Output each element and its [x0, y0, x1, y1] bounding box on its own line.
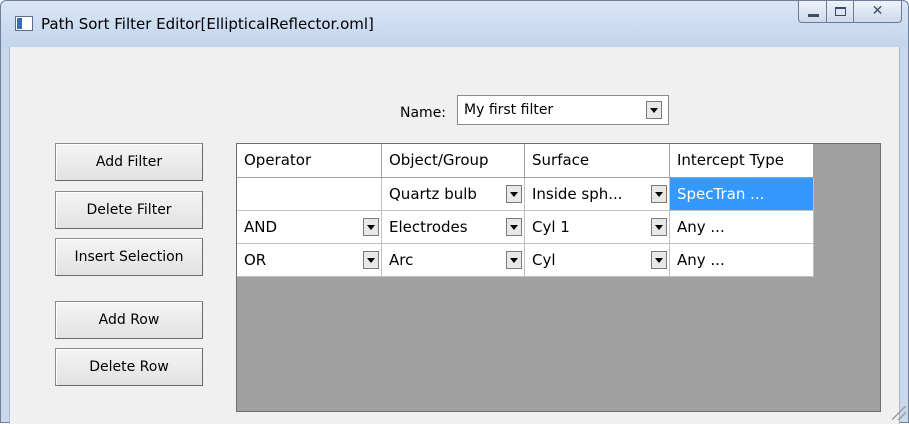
chevron-down-icon[interactable] [646, 101, 662, 119]
cell-value: Any ... [677, 218, 725, 236]
chevron-down-icon[interactable] [506, 251, 522, 269]
cell-value: Cyl [532, 251, 556, 269]
maximize-button[interactable] [827, 1, 854, 23]
filter-name-dropdown[interactable]: My first filter [457, 95, 669, 125]
filter-name-value: My first filter [464, 102, 554, 118]
grid-cell-surface[interactable]: Cyl 1 [525, 211, 670, 244]
grid-cell-surface[interactable]: Inside sph... [525, 178, 670, 211]
filter-grid: Operator Object/Group Surface Intercept … [236, 143, 881, 412]
cell-value: SpecTran ... [677, 185, 765, 203]
grid-cell-intercept-type[interactable]: Any ... [670, 244, 814, 277]
grid-cell-object-group[interactable]: Arc [382, 244, 525, 277]
grid-cell-intercept-type-selected[interactable]: SpecTran ... [670, 178, 814, 211]
cell-value: Any ... [677, 251, 725, 269]
column-header-object-group[interactable]: Object/Group [382, 144, 525, 178]
grid-cell-intercept-type[interactable]: Any ... [670, 211, 814, 244]
caption-buttons: ✕ [798, 1, 902, 23]
title-bar[interactable]: Path Sort Filter Editor[EllipticalReflec… [1, 1, 908, 47]
grid-cell-object-group[interactable]: Electrodes [382, 211, 525, 244]
chevron-down-icon[interactable] [651, 218, 667, 236]
add-row-button[interactable]: Add Row [55, 301, 203, 339]
cell-value: Electrodes [389, 218, 468, 236]
grid-cell-surface[interactable]: Cyl [525, 244, 670, 277]
minimize-button[interactable] [798, 1, 827, 23]
grid-cell-operator[interactable]: OR [237, 244, 382, 277]
resize-grip-icon[interactable] [892, 406, 906, 420]
cell-value: Cyl 1 [532, 218, 570, 236]
cell-value: Inside sph... [532, 185, 623, 203]
minimize-icon [808, 14, 819, 17]
path-sort-filter-editor-window: Path Sort Filter Editor[EllipticalReflec… [0, 0, 909, 424]
cell-value: AND [244, 218, 278, 236]
chevron-down-icon[interactable] [363, 251, 379, 269]
close-button[interactable]: ✕ [854, 1, 902, 23]
chevron-down-icon[interactable] [506, 218, 522, 236]
grid-cell-operator[interactable]: AND [237, 211, 382, 244]
add-filter-button[interactable]: Add Filter [55, 143, 203, 181]
chevron-down-icon[interactable] [651, 185, 667, 203]
cell-value: Arc [389, 251, 414, 269]
grid-cell-object-group[interactable]: Quartz bulb [382, 178, 525, 211]
column-header-surface[interactable]: Surface [525, 144, 670, 178]
app-icon[interactable] [15, 16, 33, 31]
delete-row-button[interactable]: Delete Row [55, 348, 203, 386]
dialog-body: Name: My first filter Add Filter Delete … [9, 47, 900, 424]
insert-selection-button[interactable]: Insert Selection [55, 238, 203, 276]
chevron-down-icon[interactable] [363, 218, 379, 236]
maximize-icon [835, 7, 846, 16]
window-title: Path Sort Filter Editor[EllipticalReflec… [41, 15, 374, 33]
name-label: Name: [400, 105, 447, 121]
cell-value: Quartz bulb [389, 185, 477, 203]
close-icon: ✕ [871, 3, 884, 19]
cell-value: OR [244, 251, 267, 269]
chevron-down-icon[interactable] [506, 185, 522, 203]
delete-filter-button[interactable]: Delete Filter [55, 191, 203, 229]
column-header-intercept-type[interactable]: Intercept Type [670, 144, 814, 178]
column-header-operator[interactable]: Operator [237, 144, 382, 178]
chevron-down-icon[interactable] [651, 251, 667, 269]
grid-cell-operator[interactable] [237, 178, 382, 211]
